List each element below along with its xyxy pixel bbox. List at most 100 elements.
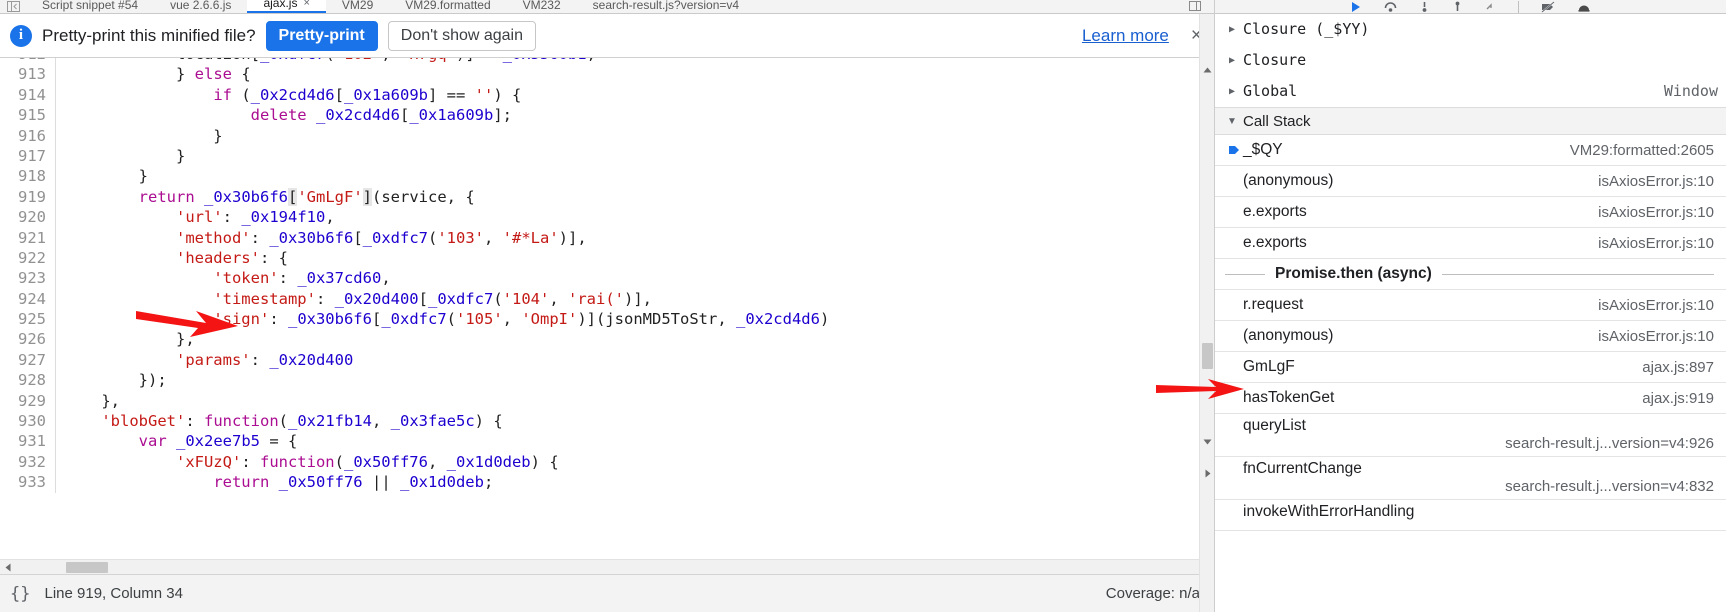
call-stack-frame[interactable]: _$QY VM29:formatted:2605 — [1215, 135, 1726, 166]
tab-vm29-formatted[interactable]: VM29.formatted — [389, 0, 506, 13]
line-number[interactable]: 925 — [0, 309, 56, 330]
debugger-toolbar[interactable] — [1215, 0, 1726, 14]
line-text[interactable]: 'xFUzQ': function(_0x50ff76, _0x1d0deb) … — [56, 452, 559, 472]
line-number[interactable]: 917 — [0, 145, 56, 167]
pretty-print-button[interactable]: Pretty-print — [265, 20, 378, 51]
code-viewport[interactable]: 912 location[_0xdfc7('102', 'H7gq')] = _… — [0, 58, 1199, 559]
tab-ajax-js[interactable]: ajax.js × — [247, 0, 326, 13]
frame-location[interactable]: isAxiosError.js:10 — [1598, 328, 1714, 345]
pretty-print-braces-icon[interactable]: {} — [10, 584, 30, 604]
line-number[interactable]: 924 — [0, 288, 56, 310]
line-text[interactable]: } — [56, 126, 222, 146]
line-text[interactable]: 'method': _0x30b6f6[_0xdfc7('103', '#*La… — [56, 228, 587, 248]
line-number[interactable]: 930 — [0, 411, 56, 432]
frame-location[interactable]: isAxiosError.js:10 — [1598, 297, 1714, 314]
code-line[interactable]: 921 'method': _0x30b6f6[_0xdfc7('103', '… — [0, 227, 1199, 248]
tab-vm29[interactable]: VM29 — [326, 0, 389, 13]
call-stack-frame[interactable]: r.request isAxiosError.js:10 — [1215, 290, 1726, 321]
code-line[interactable]: 932 'xFUzQ': function(_0x50ff76, _0x1d0d… — [0, 451, 1199, 473]
scope-list[interactable]: ▶ Closure (_$YY) ▶ Closure ▶ Global Window — [1215, 14, 1726, 107]
code-line[interactable]: 918 } — [0, 166, 1199, 187]
frame-location[interactable]: VM29:formatted:2605 — [1570, 142, 1714, 159]
call-stack-frame[interactable]: (anonymous) isAxiosError.js:10 — [1215, 321, 1726, 352]
line-number[interactable]: 915 — [0, 105, 56, 126]
frame-location[interactable]: ajax.js:897 — [1642, 359, 1714, 376]
code-line[interactable]: 913 } else { — [0, 64, 1199, 85]
code-line[interactable]: 925 'sign': _0x30b6f6[_0xdfc7('105', 'Om… — [0, 309, 1199, 330]
line-number[interactable]: 918 — [0, 166, 56, 187]
tab-vue[interactable]: vue 2.6.6.js — [154, 0, 247, 13]
code-editor[interactable]: 912 location[_0xdfc7('102', 'H7gq')] = _… — [0, 58, 1214, 559]
line-text[interactable]: }); — [56, 370, 167, 390]
line-number[interactable]: 929 — [0, 390, 56, 412]
code-line[interactable]: 915 delete _0x2cd4d6[_0x1a609b]; — [0, 105, 1199, 126]
call-stack-frame[interactable]: hasTokenGet ajax.js:919 — [1215, 383, 1726, 414]
dont-show-again-button[interactable]: Don't show again — [387, 20, 537, 51]
line-number[interactable]: 933 — [0, 472, 56, 493]
code-line[interactable]: 926 }, — [0, 329, 1199, 350]
scroll-left-icon[interactable] — [0, 560, 15, 575]
line-text[interactable]: delete _0x2cd4d6[_0x1a609b]; — [56, 105, 512, 125]
line-text[interactable]: }, — [56, 329, 195, 349]
chevron-right-icon[interactable]: ▶ — [1225, 86, 1239, 97]
sidebar-vertical-scrollbar[interactable] — [1199, 14, 1214, 612]
deactivate-breakpoints-icon[interactable] — [1541, 0, 1555, 13]
more-tabs-icon[interactable] — [1184, 0, 1206, 13]
sidebar-scroll-down-icon[interactable] — [1200, 434, 1215, 449]
call-stack-frame[interactable]: e.exports isAxiosError.js:10 — [1215, 228, 1726, 259]
close-icon[interactable]: × — [303, 0, 309, 11]
code-line[interactable]: 924 'timestamp': _0x20d400[_0xdfc7('104'… — [0, 288, 1199, 310]
code-line[interactable]: 916 } — [0, 125, 1199, 146]
line-number[interactable]: 926 — [0, 329, 56, 350]
line-text[interactable]: return _0x30b6f6['GmLgF'](service, { — [56, 187, 475, 207]
frame-location[interactable]: isAxiosError.js:10 — [1598, 204, 1714, 221]
tab-script-snippet[interactable]: Script snippet #54 — [26, 0, 154, 13]
line-number[interactable]: 928 — [0, 370, 56, 391]
code-line[interactable]: 927 'params': _0x20d400 — [0, 349, 1199, 371]
frame-location[interactable]: search-result.j...version=v4:926 — [1505, 435, 1714, 452]
step-over-icon[interactable] — [1384, 0, 1397, 13]
line-text[interactable]: 'params': _0x20d400 — [56, 350, 353, 370]
editor-hscroll-thumb[interactable] — [66, 562, 108, 573]
step-into-icon[interactable] — [1419, 0, 1430, 13]
line-number[interactable]: 913 — [0, 64, 56, 85]
panel-toggle-icon[interactable] — [0, 0, 26, 13]
frame-location[interactable]: search-result.j...version=v4:832 — [1505, 478, 1714, 495]
line-number[interactable]: 920 — [0, 207, 56, 228]
line-number[interactable]: 919 — [0, 186, 56, 208]
line-text[interactable]: } — [56, 166, 148, 186]
call-stack-frame[interactable]: GmLgF ajax.js:897 — [1215, 352, 1726, 383]
step-icon[interactable] — [1485, 0, 1496, 13]
call-stack-header[interactable]: ▼ Call Stack — [1215, 107, 1726, 135]
line-number[interactable]: 916 — [0, 125, 56, 146]
tab-search-result[interactable]: search-result.js?version=v4 — [577, 0, 755, 13]
line-text[interactable]: } — [56, 146, 185, 166]
code-line[interactable]: 923 'token': _0x37cd60, — [0, 268, 1199, 289]
frame-location[interactable]: isAxiosError.js:10 — [1598, 173, 1714, 190]
line-number[interactable]: 921 — [0, 227, 56, 248]
editor-tabstrip[interactable]: Script snippet #54 vue 2.6.6.js ajax.js … — [0, 0, 1214, 14]
call-stack-frame[interactable]: queryList search-result.j...version=v4:92… — [1215, 414, 1726, 457]
code-line[interactable]: 919 return _0x30b6f6['GmLgF'](service, { — [0, 186, 1199, 208]
line-number[interactable]: 922 — [0, 247, 56, 269]
line-text[interactable]: 'blobGet': function(_0x21fb14, _0x3fae5c… — [56, 411, 502, 431]
code-line[interactable]: 930 'blobGet': function(_0x21fb14, _0x3f… — [0, 411, 1199, 432]
line-number[interactable]: 923 — [0, 268, 56, 289]
scope-row[interactable]: ▶ Closure (_$YY) — [1215, 14, 1726, 45]
sidebar-vscroll-thumb[interactable] — [1202, 343, 1213, 369]
line-text[interactable]: } else { — [56, 64, 251, 84]
code-line[interactable]: 931 var _0x2ee7b5 = { — [0, 431, 1199, 452]
call-stack-frame[interactable]: (anonymous) isAxiosError.js:10 — [1215, 166, 1726, 197]
line-text[interactable]: 'timestamp': _0x20d400[_0xdfc7('104', 'r… — [56, 289, 652, 309]
editor-horizontal-scrollbar[interactable] — [0, 559, 1214, 574]
line-text[interactable]: 'headers': { — [56, 248, 288, 268]
frame-location[interactable]: ajax.js:919 — [1642, 390, 1714, 407]
line-number[interactable]: 931 — [0, 431, 56, 452]
code-line[interactable]: 933 return _0x50ff76 || _0x1d0deb; — [0, 472, 1199, 493]
call-stack-frame[interactable]: e.exports isAxiosError.js:10 — [1215, 197, 1726, 228]
frame-location[interactable]: isAxiosError.js:10 — [1598, 235, 1714, 252]
call-stack-frame[interactable]: fnCurrentChange search-result.j...version… — [1215, 457, 1726, 500]
line-text[interactable]: }, — [56, 391, 120, 411]
line-text[interactable]: 'token': _0x37cd60, — [56, 268, 390, 288]
pause-on-exceptions-icon[interactable] — [1577, 0, 1591, 13]
